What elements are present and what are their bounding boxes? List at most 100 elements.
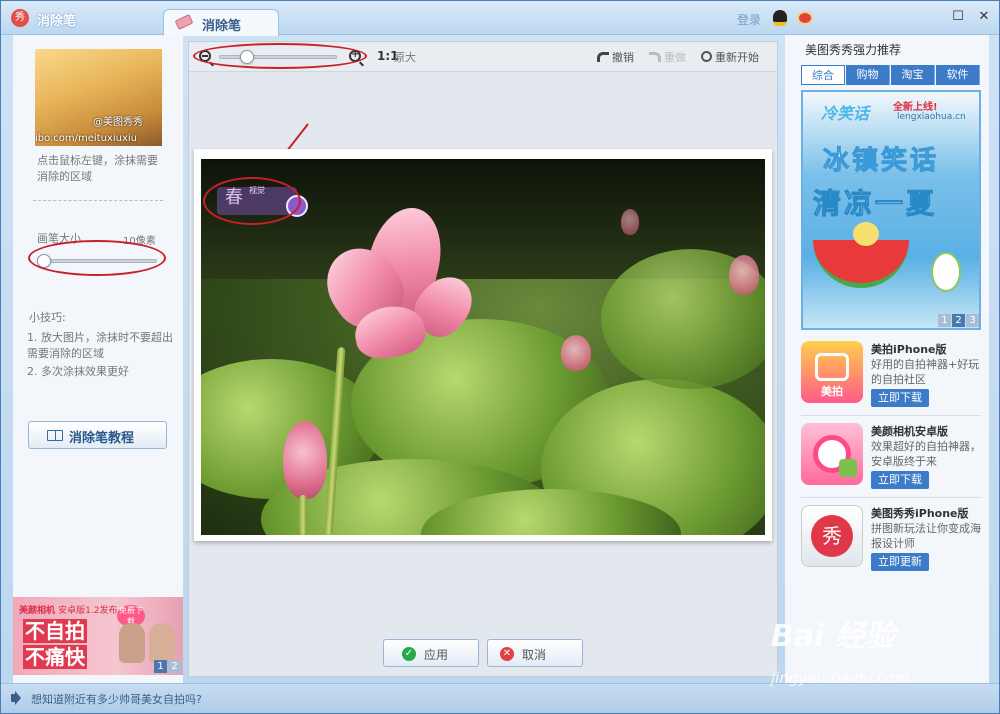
- redo-button[interactable]: 重做: [649, 49, 686, 65]
- tab-shopping[interactable]: 购物: [846, 65, 890, 85]
- close-button[interactable]: ✕: [977, 10, 991, 24]
- close-icon: ✕: [500, 647, 514, 661]
- tips-list: 1. 放大图片，涂抹时不要超出需要消除的区域 2. 多次涂抹效果更好: [27, 330, 177, 382]
- android-icon: [839, 459, 857, 477]
- image-canvas[interactable]: 春 视觉: [194, 149, 772, 541]
- lotus-flower: [309, 200, 484, 363]
- baidu-url: jingyan.baidu.com: [771, 669, 910, 687]
- left-ad-banner[interactable]: 美颜相机 安卓版1.2发布 不自拍 不痛快 免费下载 12: [13, 597, 183, 675]
- annotation-ellipse: [203, 177, 301, 225]
- promo-tabs: 综合 购物 淘宝 软件: [801, 65, 981, 85]
- divider: [33, 200, 163, 201]
- pager-dot[interactable]: 1: [938, 314, 951, 327]
- tab-taobao[interactable]: 淘宝: [891, 65, 935, 85]
- status-text[interactable]: 想知道附近有多少帅哥美女自拍吗?: [31, 691, 202, 707]
- weibo-icon[interactable]: [797, 11, 813, 25]
- usage-hint: 点击鼠标左键，涂抹需要消除的区域: [37, 154, 158, 183]
- annotation-ellipse: [28, 240, 166, 276]
- sprout-illustration: [931, 252, 961, 292]
- tip-item: 2. 多次涂抹效果更好: [27, 365, 129, 378]
- app-name[interactable]: 美图秀秀iPhone版: [871, 505, 969, 521]
- ad-line1: 不自拍: [23, 619, 87, 643]
- redo-icon: [649, 52, 661, 62]
- update-button[interactable]: 立即更新: [871, 553, 929, 571]
- app-name[interactable]: 美颜相机安卓版: [871, 423, 948, 439]
- baidu-watermark: Bai 经验: [771, 619, 895, 654]
- pager-dot[interactable]: 2: [952, 314, 965, 327]
- editor-area: 1:1 原大 撤销 重做 重新开始: [188, 41, 778, 677]
- right-panel: 美图秀秀强力推荐 综合 购物 淘宝 软件 冷笑话 全新上线! lengxiaoh…: [785, 35, 989, 685]
- pager-dot[interactable]: 2: [168, 660, 181, 673]
- promo-banner[interactable]: 冷笑话 全新上线! lengxiaohua.cn 冰镇笑话 清凉一夏: [801, 90, 981, 330]
- tab-software[interactable]: 软件: [936, 65, 980, 85]
- download-button[interactable]: 立即下载: [871, 471, 929, 489]
- banner-line2: 清凉一夏: [812, 187, 938, 221]
- qq-icon[interactable]: [773, 10, 787, 26]
- tutorial-button[interactable]: 消除笔教程: [28, 421, 167, 449]
- speaker-icon: [11, 691, 21, 705]
- banner-brand: 冷笑话: [821, 104, 870, 123]
- book-icon: [47, 430, 63, 441]
- undo-button[interactable]: 撤销: [597, 49, 634, 65]
- apply-label: 应用: [424, 648, 449, 662]
- cancel-label: 取消: [522, 648, 547, 662]
- tab-label: 消除笔: [202, 19, 242, 34]
- divider: [801, 497, 981, 498]
- restart-button[interactable]: 重新开始: [701, 49, 759, 65]
- pager-dot[interactable]: 3: [966, 314, 979, 327]
- camera-shape: [815, 353, 849, 381]
- cancel-button[interactable]: ✕ 取消: [487, 639, 583, 667]
- thumbnail-handle: @美图秀秀: [93, 117, 143, 128]
- photo-bud: [283, 421, 327, 499]
- app-icon-text: 美拍: [821, 385, 843, 398]
- lotus-photo[interactable]: 春 视觉: [201, 159, 765, 535]
- login-link[interactable]: 登录: [737, 11, 761, 28]
- preview-thumbnail: @美图秀秀 ibo.com/meituxiuxiu: [35, 49, 162, 146]
- meitu-xiuxiu-icon[interactable]: 秀: [801, 505, 863, 567]
- pager-dot[interactable]: 1: [154, 660, 167, 673]
- title-bar: 秀 消除笔 消除笔 登录 ☐ ✕: [1, 1, 999, 36]
- tab-eraser[interactable]: 消除笔: [163, 9, 279, 36]
- original-size-label[interactable]: 原大: [394, 49, 416, 65]
- restart-icon: [701, 51, 712, 62]
- thumbnail-watermark: ibo.com/meituxiuxiu: [35, 133, 137, 144]
- app-title: 消除笔: [37, 14, 77, 29]
- photo-bud: [621, 209, 639, 235]
- photo-bud: [561, 335, 591, 371]
- check-icon: ✓: [402, 647, 416, 661]
- chick-illustration: [853, 222, 879, 246]
- app-desc: 效果超好的自拍神器，安卓版终于来: [871, 440, 981, 468]
- meipai-app-icon[interactable]: 美拍: [801, 341, 863, 403]
- banner-new: 全新上线!: [893, 102, 938, 113]
- ad-brand: 美颜相机 安卓版1.2发布: [19, 606, 118, 616]
- ad-pager: 12: [153, 660, 181, 673]
- ad-line2: 不痛快: [23, 645, 87, 669]
- ad-face: [119, 623, 145, 663]
- app-desc: 拼图新玩法让你变成海报设计师: [871, 522, 981, 550]
- eraser-icon: [174, 14, 194, 30]
- status-bar: 想知道附近有多少帅哥美女自拍吗?: [1, 683, 999, 713]
- photo-bud: [729, 255, 759, 295]
- maximize-button[interactable]: ☐: [951, 10, 965, 24]
- watermelon-illustration: [813, 240, 909, 288]
- tip-item: 1. 放大图片，涂抹时不要超出需要消除的区域: [27, 331, 173, 360]
- app-item: 美颜相机安卓版 效果超好的自拍神器，安卓版终于来 立即下载: [801, 423, 981, 493]
- app-window: 秀 消除笔 消除笔 登录 ☐ ✕ @美图秀秀 ibo.com/meituxiux…: [0, 0, 1000, 714]
- app-desc: 好用的自拍神器+好玩的自拍社区: [871, 358, 980, 386]
- banner-line1: 冰镇笑话: [822, 146, 940, 177]
- undo-icon: [597, 52, 609, 62]
- tips-title: 小技巧:: [29, 311, 66, 324]
- app-logo-icon: 秀: [11, 9, 29, 27]
- app-item: 美拍 美拍iPhone版 好用的自拍神器+好玩的自拍社区 立即下载: [801, 341, 981, 411]
- divider: [801, 415, 981, 416]
- tab-general[interactable]: 综合: [801, 65, 845, 85]
- app-item: 秀 美图秀秀iPhone版 拼图新玩法让你变成海报设计师 立即更新: [801, 505, 981, 575]
- meiyan-camera-icon[interactable]: [801, 423, 863, 485]
- download-button[interactable]: 立即下载: [871, 389, 929, 407]
- app-name[interactable]: 美拍iPhone版: [871, 341, 947, 357]
- annotation-ellipse: [193, 43, 367, 69]
- promo-title: 美图秀秀强力推荐: [805, 43, 902, 57]
- app-icon-text: 秀: [811, 515, 853, 557]
- ad-face: [149, 623, 175, 663]
- apply-button[interactable]: ✓ 应用: [383, 639, 479, 667]
